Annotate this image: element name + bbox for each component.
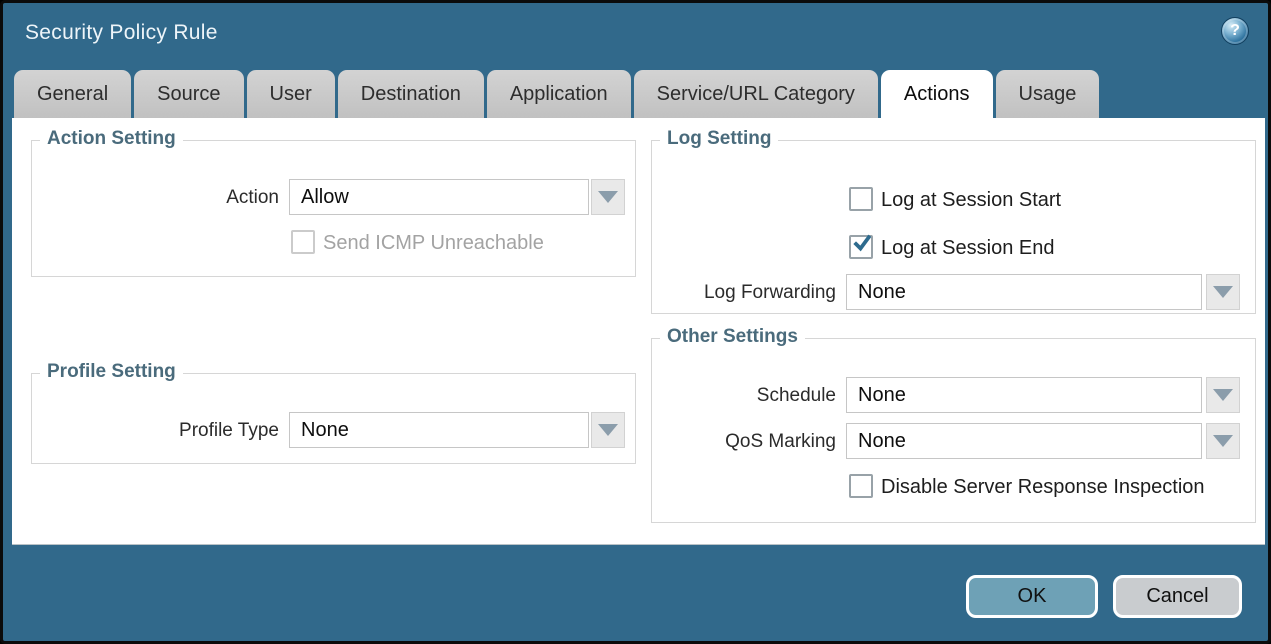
- dialog-title: Security Policy Rule: [25, 21, 218, 45]
- action-label: Action: [32, 187, 279, 209]
- action-dropdown[interactable]: Allow: [289, 179, 589, 215]
- log-at-session-end-checkbox[interactable]: [849, 235, 873, 259]
- chevron-down-icon: [1213, 435, 1233, 447]
- qos-marking-label: QoS Marking: [652, 431, 836, 453]
- chevron-down-icon: [1213, 286, 1233, 298]
- tab-application[interactable]: Application: [487, 70, 631, 118]
- profile-setting-group: Profile Setting Profile Type None: [31, 373, 636, 464]
- profile-type-dropdown[interactable]: None: [289, 412, 589, 448]
- log-at-session-end-label: Log at Session End: [881, 237, 1054, 260]
- other-settings-legend: Other Settings: [660, 326, 805, 348]
- action-setting-legend: Action Setting: [40, 128, 183, 150]
- profile-type-label: Profile Type: [32, 420, 279, 442]
- log-at-session-start-checkbox[interactable]: [849, 187, 873, 211]
- profile-setting-legend: Profile Setting: [40, 361, 183, 383]
- action-setting-group: Action Setting Action Allow Send ICMP Un…: [31, 140, 636, 277]
- other-settings-group: Other Settings Schedule None QoS Marking…: [651, 338, 1256, 523]
- tab-usage[interactable]: Usage: [996, 70, 1100, 118]
- log-forwarding-dropdown[interactable]: None: [846, 274, 1202, 310]
- help-icon-glyph: ?: [1230, 22, 1240, 40]
- log-forwarding-dropdown-button[interactable]: [1206, 274, 1240, 310]
- security-policy-rule-dialog: Security Policy Rule ? General Source Us…: [0, 0, 1271, 644]
- cancel-button[interactable]: Cancel: [1113, 575, 1242, 618]
- tab-actions[interactable]: Actions: [881, 70, 993, 118]
- chevron-down-icon: [598, 424, 618, 436]
- disable-server-response-inspection-checkbox[interactable]: [849, 474, 873, 498]
- log-at-session-start-label: Log at Session Start: [881, 189, 1061, 212]
- tab-bar: General Source User Destination Applicat…: [14, 70, 1099, 118]
- profile-type-dropdown-button[interactable]: [591, 412, 625, 448]
- log-setting-group: Log Setting Log at Session Start Log at …: [651, 140, 1256, 314]
- send-icmp-unreachable-label: Send ICMP Unreachable: [323, 232, 544, 255]
- qos-marking-dropdown[interactable]: None: [846, 423, 1202, 459]
- schedule-dropdown[interactable]: None: [846, 377, 1202, 413]
- tab-source[interactable]: Source: [134, 70, 243, 118]
- log-setting-legend: Log Setting: [660, 128, 778, 150]
- actions-tab-panel: Action Setting Action Allow Send ICMP Un…: [12, 118, 1265, 545]
- tab-destination[interactable]: Destination: [338, 70, 484, 118]
- schedule-label: Schedule: [652, 385, 836, 407]
- qos-marking-dropdown-button[interactable]: [1206, 423, 1240, 459]
- chevron-down-icon: [598, 191, 618, 203]
- send-icmp-unreachable-checkbox: [291, 230, 315, 254]
- chevron-down-icon: [1213, 389, 1233, 401]
- tab-service-url-category[interactable]: Service/URL Category: [634, 70, 878, 118]
- action-dropdown-button[interactable]: [591, 179, 625, 215]
- help-icon[interactable]: ?: [1221, 17, 1249, 45]
- tab-user[interactable]: User: [247, 70, 335, 118]
- check-icon: [853, 231, 871, 257]
- schedule-dropdown-button[interactable]: [1206, 377, 1240, 413]
- disable-server-response-inspection-label: Disable Server Response Inspection: [881, 476, 1205, 499]
- ok-button[interactable]: OK: [966, 575, 1098, 618]
- tab-general[interactable]: General: [14, 70, 131, 118]
- log-forwarding-label: Log Forwarding: [652, 282, 836, 304]
